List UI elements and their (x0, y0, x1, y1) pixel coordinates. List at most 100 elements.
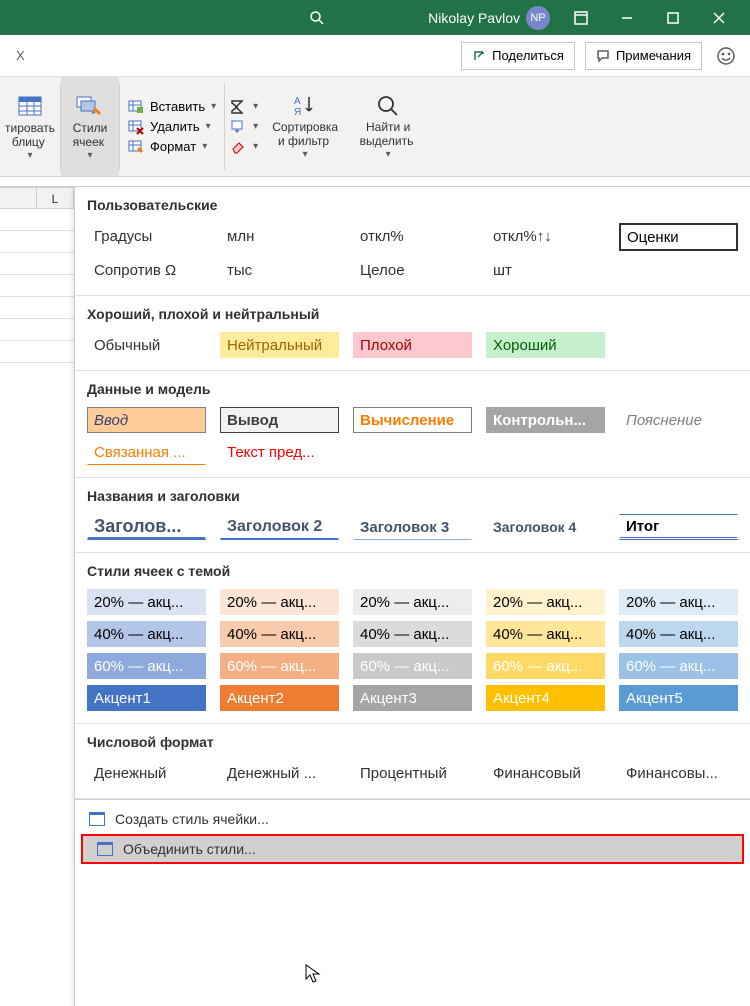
editing-group1: ▾ ▾ ▾ (225, 77, 262, 176)
style-accent[interactable]: 40% — акц... (87, 621, 206, 647)
close-button[interactable] (696, 0, 742, 35)
style-financial[interactable]: Финансовый (486, 760, 605, 786)
style-check[interactable]: Контрольн... (486, 407, 605, 433)
style-accent[interactable]: 40% — акц... (220, 621, 339, 647)
style-item[interactable]: шт (486, 257, 605, 283)
style-currency[interactable]: Денежный (87, 760, 206, 786)
style-item[interactable]: откл%↑↓ (486, 223, 605, 249)
style-warning[interactable]: Текст пред... (220, 439, 339, 465)
style-search-input[interactable]: Оценки (619, 223, 738, 251)
svg-text:Я: Я (294, 107, 301, 118)
style-financial2[interactable]: Финансовы... (619, 760, 738, 786)
style-heading4[interactable]: Заголовок 4 (486, 514, 605, 540)
section-headings: Названия и заголовки (75, 478, 750, 510)
autosum-button[interactable]: ▾ (229, 99, 258, 115)
cursor-icon (305, 964, 321, 984)
fill-button[interactable]: ▾ (229, 119, 258, 135)
section-themed: Стили ячеек с темой (75, 553, 750, 585)
format-as-table-button[interactable]: тировать блицу ▾ (0, 77, 60, 176)
style-accent[interactable]: 20% — акц... (619, 589, 738, 615)
style-accent[interactable]: 40% — акц... (353, 621, 472, 647)
style-output[interactable]: Вывод (220, 407, 339, 433)
merge-styles-item[interactable]: Объединить стили... (81, 834, 744, 864)
style-item[interactable]: Сопротив Ω (87, 257, 206, 283)
insert-cells-button[interactable]: Вставить▾ (128, 99, 216, 115)
cell-styles-icon (75, 92, 105, 120)
worksheet-grid[interactable]: L (0, 187, 74, 1006)
cell-styles-button[interactable]: Стили ячеек ▾ (61, 77, 119, 176)
table-icon (16, 92, 44, 120)
delete-icon (128, 119, 144, 135)
insert-icon (128, 99, 144, 115)
gallery-menu: Создать стиль ячейки... Объединить стили… (75, 799, 750, 872)
tell-me-search[interactable] (308, 9, 326, 27)
style-accent[interactable]: 40% — акц... (486, 621, 605, 647)
svg-text:А: А (294, 96, 301, 107)
section-data: Данные и модель (75, 371, 750, 403)
chevron-down-icon: ▾ (27, 150, 32, 161)
style-accent[interactable]: 60% — акц... (353, 653, 472, 679)
style-item[interactable]: Градусы (87, 223, 206, 249)
delete-cells-button[interactable]: Удалить▾ (128, 119, 216, 135)
new-style-icon (89, 812, 105, 826)
style-accent[interactable]: Акцент2 (220, 685, 339, 711)
new-cell-style-item[interactable]: Создать стиль ячейки... (75, 806, 750, 832)
clear-button[interactable]: ▾ (229, 139, 258, 155)
style-item[interactable]: Целое (353, 257, 472, 283)
style-neutral[interactable]: Нейтральный (220, 332, 339, 358)
comments-button[interactable]: Примечания (585, 42, 702, 70)
style-accent[interactable]: Акцент1 (87, 685, 206, 711)
style-percent[interactable]: Процентный (353, 760, 472, 786)
style-currency0[interactable]: Денежный ... (220, 760, 339, 786)
style-accent[interactable]: 60% — акц... (220, 653, 339, 679)
style-bad[interactable]: Плохой (353, 332, 472, 358)
minimize-button[interactable] (604, 0, 650, 35)
section-gbn: Хороший, плохой и нейтральный (75, 296, 750, 328)
style-accent[interactable]: 20% — акц... (353, 589, 472, 615)
style-heading3[interactable]: Заголовок 3 (353, 514, 472, 540)
column-headers[interactable]: L (0, 187, 74, 209)
find-select-button[interactable]: Найти и выделить ▾ (348, 77, 428, 176)
style-good[interactable]: Хороший (486, 332, 605, 358)
style-explanatory[interactable]: Пояснение (619, 407, 738, 433)
format-cells-button[interactable]: Формат▾ (128, 139, 216, 155)
style-input[interactable]: Ввод (87, 407, 206, 433)
format-icon (128, 139, 144, 155)
style-heading1[interactable]: Заголов... (87, 514, 206, 540)
ribbon-display-options-button[interactable] (558, 0, 604, 35)
style-accent[interactable]: 20% — акц... (220, 589, 339, 615)
style-accent[interactable]: Акцент4 (486, 685, 605, 711)
style-linked[interactable]: Связанная ... (87, 439, 206, 465)
style-accent[interactable]: 20% — акц... (486, 589, 605, 615)
maximize-button[interactable] (650, 0, 696, 35)
sort-filter-button[interactable]: АЯ Сортировка и фильтр ▾ (262, 77, 348, 176)
search-icon (375, 93, 401, 119)
style-accent[interactable]: 60% — акц... (619, 653, 738, 679)
share-button[interactable]: Поделиться (461, 42, 575, 70)
comments-label: Примечания (616, 48, 691, 63)
style-item[interactable]: млн (220, 223, 339, 249)
style-total[interactable]: Итог (619, 514, 738, 540)
cell-styles-gallery: Пользовательские Градусы млн откл% откл%… (74, 187, 750, 1006)
style-accent[interactable]: 60% — акц... (486, 653, 605, 679)
style-normal[interactable]: Обычный (87, 332, 206, 358)
sort-icon: АЯ (292, 93, 318, 119)
style-accent[interactable]: 60% — акц... (87, 653, 206, 679)
style-item[interactable]: откл% (353, 223, 472, 249)
style-item[interactable]: тыс (220, 257, 339, 283)
style-accent[interactable]: 40% — акц... (619, 621, 738, 647)
style-calculation[interactable]: Вычисление (353, 407, 472, 433)
share-label: Поделиться (492, 48, 564, 63)
cells-group: Вставить▾ Удалить▾ Формат▾ (120, 77, 224, 176)
style-accent[interactable]: Акцент3 (353, 685, 472, 711)
section-number: Числовой формат (75, 724, 750, 756)
merge-styles-icon (97, 842, 113, 856)
style-heading2[interactable]: Заголовок 2 (220, 514, 339, 540)
title-bar: Nikolay Pavlov NP (0, 0, 750, 35)
user-avatar[interactable]: NP (526, 6, 550, 30)
style-accent[interactable]: Акцент5 (619, 685, 738, 711)
fill-down-icon (229, 119, 247, 135)
style-accent[interactable]: 20% — акц... (87, 589, 206, 615)
feedback-button[interactable] (712, 42, 740, 70)
formula-bar[interactable] (0, 177, 750, 187)
